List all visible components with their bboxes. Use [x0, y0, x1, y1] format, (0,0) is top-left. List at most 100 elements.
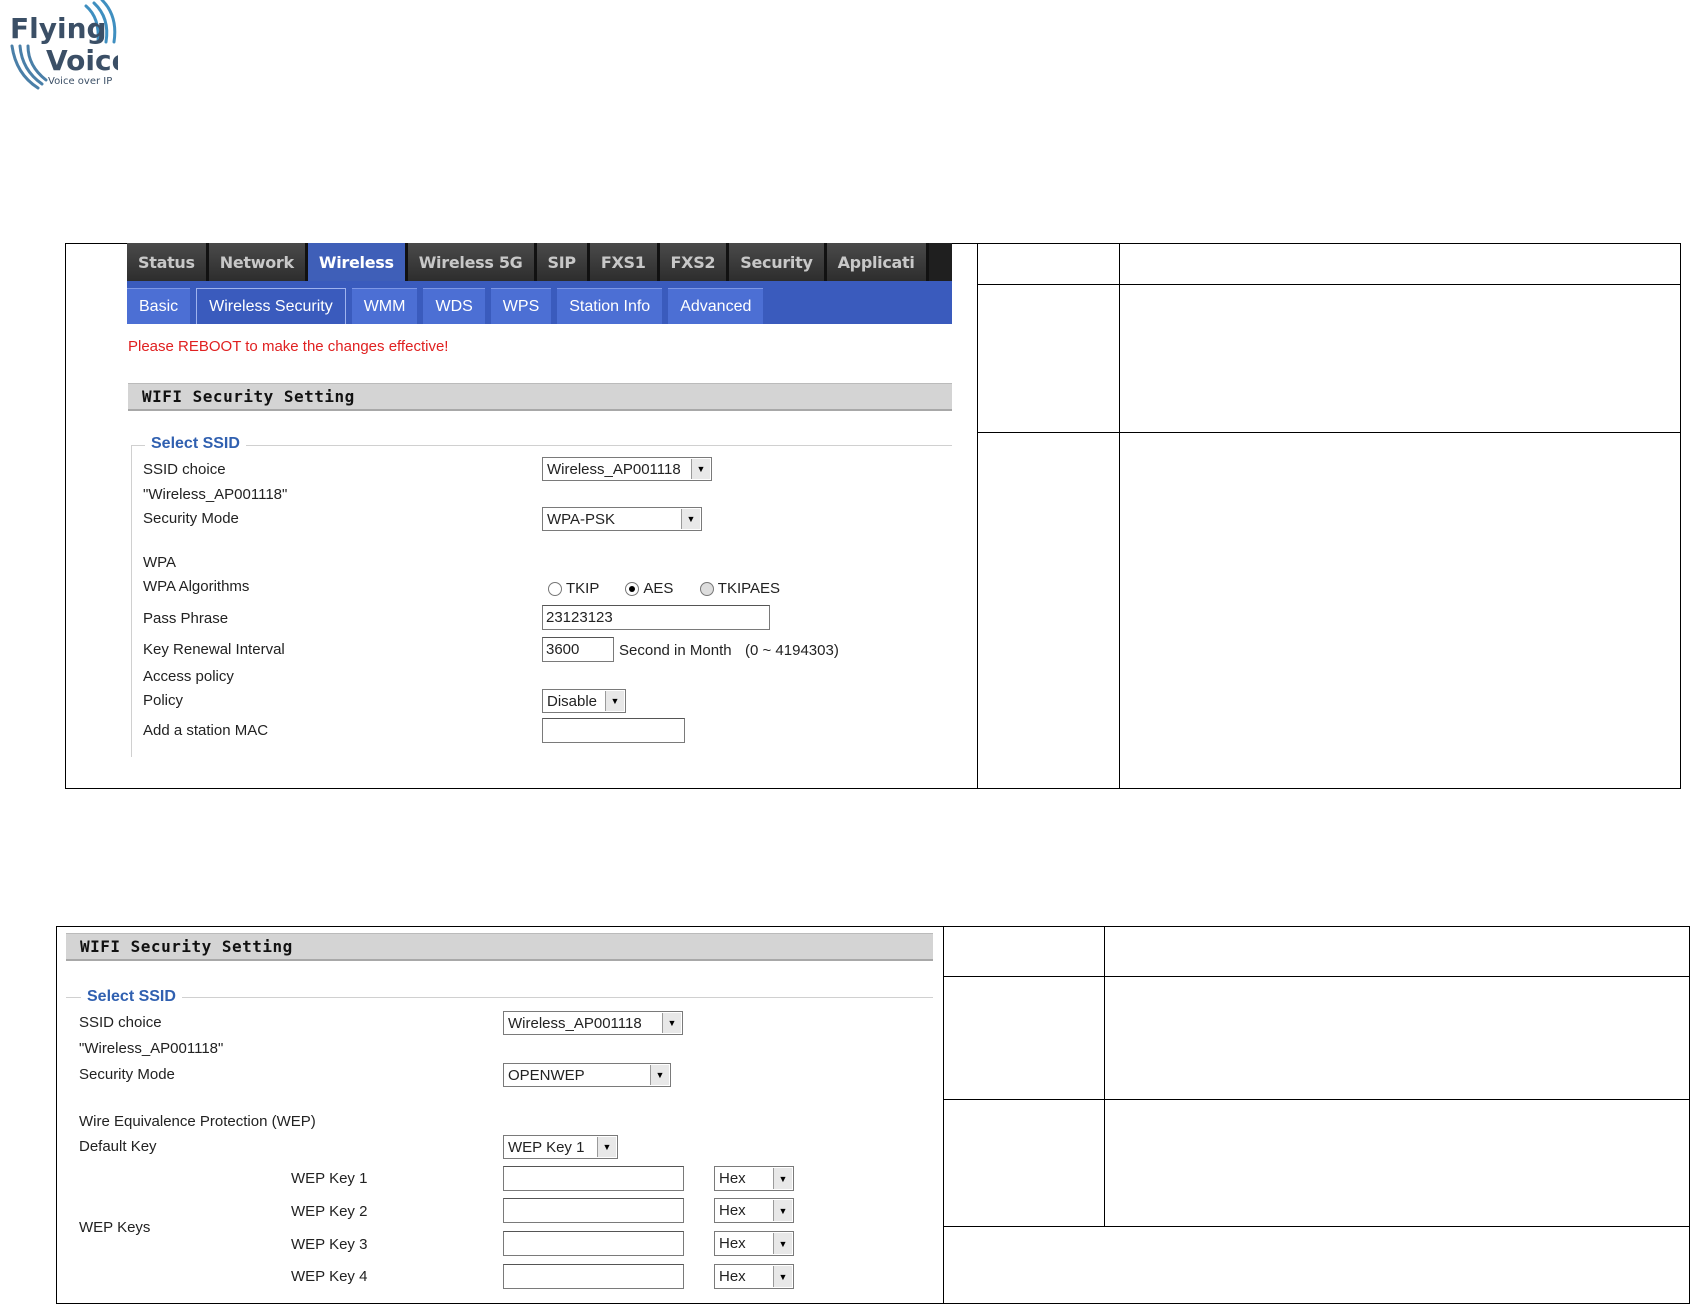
ssid-quoted-name-2: "Wireless_AP001118" [79, 1040, 224, 1057]
wep-key-2-label: WEP Key 2 [291, 1203, 368, 1220]
key-renewal-label: Key Renewal Interval [143, 641, 285, 658]
security-mode-value-2: OPENWEP [508, 1066, 585, 1084]
top-tab-status[interactable]: Status [127, 243, 209, 281]
top-tab-applicati[interactable]: Applicati [826, 243, 929, 281]
section-title-bar: WIFI Security Setting [128, 383, 952, 411]
wep-key-3-input[interactable] [503, 1231, 684, 1256]
wep-key-1-label: WEP Key 1 [291, 1170, 368, 1187]
panel2-row-line-3 [943, 1226, 1690, 1227]
chevron-down-icon: ▼ [773, 1266, 792, 1287]
access-policy-label: Access policy [143, 668, 234, 685]
default-key-select[interactable]: WEP Key 1 ▼ [503, 1135, 618, 1159]
sub-tab-basic[interactable]: Basic [127, 288, 191, 324]
ssid-quoted-name: "Wireless_AP001118" [143, 486, 288, 503]
default-key-label: Default Key [79, 1138, 157, 1155]
radio-tkipaes-circle[interactable] [699, 582, 714, 597]
panel2-divider-2 [1104, 926, 1105, 1227]
wep-key-1-format: Hex [719, 1170, 746, 1187]
wep-key-4-input[interactable] [503, 1264, 684, 1289]
top-tab-wireless-5g[interactable]: Wireless 5G [407, 243, 537, 281]
radio-aes-label: AES [643, 580, 674, 597]
ssid-choice-value: Wireless_AP001118 [547, 460, 681, 478]
security-mode-value: WPA-PSK [547, 510, 616, 528]
radio-aes-circle[interactable] [625, 582, 640, 597]
panel1-divider-1 [977, 243, 978, 789]
flying-voice-logo: Flying Voice Voice over IP [8, 0, 118, 92]
fieldset-top-line-2 [66, 997, 933, 998]
section-title-bar-2: WIFI Security Setting [66, 933, 933, 961]
security-mode-select[interactable]: WPA-PSK ▼ [542, 507, 702, 531]
chevron-down-icon: ▼ [773, 1233, 792, 1254]
reboot-notice: Please REBOOT to make the changes effect… [128, 338, 449, 355]
wpa-algorithms-label: WPA Algorithms [143, 578, 250, 595]
policy-select[interactable]: Disable ▼ [542, 689, 626, 713]
add-mac-label: Add a station MAC [143, 722, 269, 739]
chevron-down-icon: ▼ [773, 1200, 792, 1221]
sub-tab-wps[interactable]: WPS [490, 288, 552, 324]
key-renewal-unit: Second in Month [619, 642, 732, 659]
wep-key-2-format-select[interactable]: Hex ▼ [714, 1198, 794, 1223]
fieldset-left-line [131, 445, 132, 757]
logo-line2: Voice [46, 44, 118, 77]
chevron-down-icon: ▼ [662, 1013, 681, 1033]
chevron-down-icon: ▼ [597, 1137, 616, 1157]
sub-tab-wireless-security[interactable]: Wireless Security [196, 288, 346, 324]
radio-aes[interactable]: AES [625, 580, 673, 597]
panel2-divider-1 [943, 926, 944, 1304]
top-tab-security[interactable]: Security [729, 243, 827, 281]
panel1-row-line-2 [977, 432, 1681, 433]
top-tab-wireless[interactable]: Wireless [307, 243, 408, 281]
sub-tab-bar: Basic Wireless Security WMM WDS WPS Station I… [127, 281, 952, 324]
radio-tkip[interactable]: TKIP [548, 580, 599, 597]
wep-key-1-format-select[interactable]: Hex ▼ [714, 1166, 794, 1191]
sub-tab-wds[interactable]: WDS [423, 288, 485, 324]
section-title: WIFI Security Setting [142, 387, 355, 406]
panel2-row-line-1 [943, 976, 1690, 977]
wep-key-3-format: Hex [719, 1235, 746, 1252]
top-tab-network[interactable]: Network [208, 243, 308, 281]
radio-tkip-circle[interactable] [548, 582, 562, 597]
panel1-divider-2 [1119, 243, 1120, 789]
top-tab-fxs2[interactable]: FXS2 [659, 243, 730, 281]
sub-tab-advanced[interactable]: Advanced [668, 288, 764, 324]
ssid-choice-label-2: SSID choice [79, 1014, 162, 1031]
top-tab-fxs1[interactable]: FXS1 [589, 243, 660, 281]
key-renewal-value: 3600 [546, 641, 580, 658]
wep-keys-label: WEP Keys [79, 1219, 151, 1236]
chevron-down-icon: ▼ [773, 1168, 792, 1189]
wep-key-2-format: Hex [719, 1202, 746, 1219]
sub-tab-station-info[interactable]: Station Info [557, 288, 663, 324]
chevron-down-icon: ▼ [605, 691, 624, 711]
select-ssid-legend: Select SSID [145, 435, 246, 453]
radio-tkip-label: TKIP [566, 580, 600, 597]
key-renewal-range: (0 ~ 4194303) [745, 642, 839, 659]
policy-value: Disable [547, 692, 598, 710]
ssid-choice-select[interactable]: Wireless_AP001118 ▼ [542, 457, 712, 481]
add-mac-input[interactable] [542, 718, 685, 743]
wpa-algorithms-group: TKIP AES TKIPAES [548, 580, 780, 597]
section-title-2: WIFI Security Setting [80, 937, 293, 956]
top-tab-bar: Status Network Wireless Wireless 5G SIP FXS1 F… [127, 243, 952, 281]
ssid-choice-label: SSID choice [143, 461, 226, 478]
wep-key-4-format: Hex [719, 1268, 746, 1285]
security-mode-label-2: Security Mode [79, 1066, 175, 1083]
wep-key-4-format-select[interactable]: Hex ▼ [714, 1264, 794, 1289]
key-renewal-input[interactable]: 3600 [542, 637, 614, 662]
panel2-row-line-2 [943, 1099, 1690, 1100]
wep-key-3-label: WEP Key 3 [291, 1236, 368, 1253]
panel1-table [65, 243, 1681, 789]
chevron-down-icon: ▼ [650, 1065, 669, 1085]
wep-key-1-input[interactable] [503, 1166, 684, 1191]
wep-key-2-input[interactable] [503, 1198, 684, 1223]
pass-phrase-input[interactable]: 23123123 [542, 605, 770, 630]
ssid-choice-select-2[interactable]: Wireless_AP001118 ▼ [503, 1011, 683, 1035]
radio-tkipaes[interactable]: TKIPAES [699, 580, 780, 597]
security-mode-select-2[interactable]: OPENWEP ▼ [503, 1063, 671, 1087]
logo-tagline: Voice over IP [48, 76, 112, 87]
wep-key-3-format-select[interactable]: Hex ▼ [714, 1231, 794, 1256]
chevron-down-icon: ▼ [691, 459, 710, 479]
chevron-down-icon: ▼ [681, 509, 700, 529]
top-tab-sip[interactable]: SIP [536, 243, 590, 281]
sub-tab-wmm[interactable]: WMM [351, 288, 418, 324]
panel1-row-line-1 [977, 284, 1681, 285]
